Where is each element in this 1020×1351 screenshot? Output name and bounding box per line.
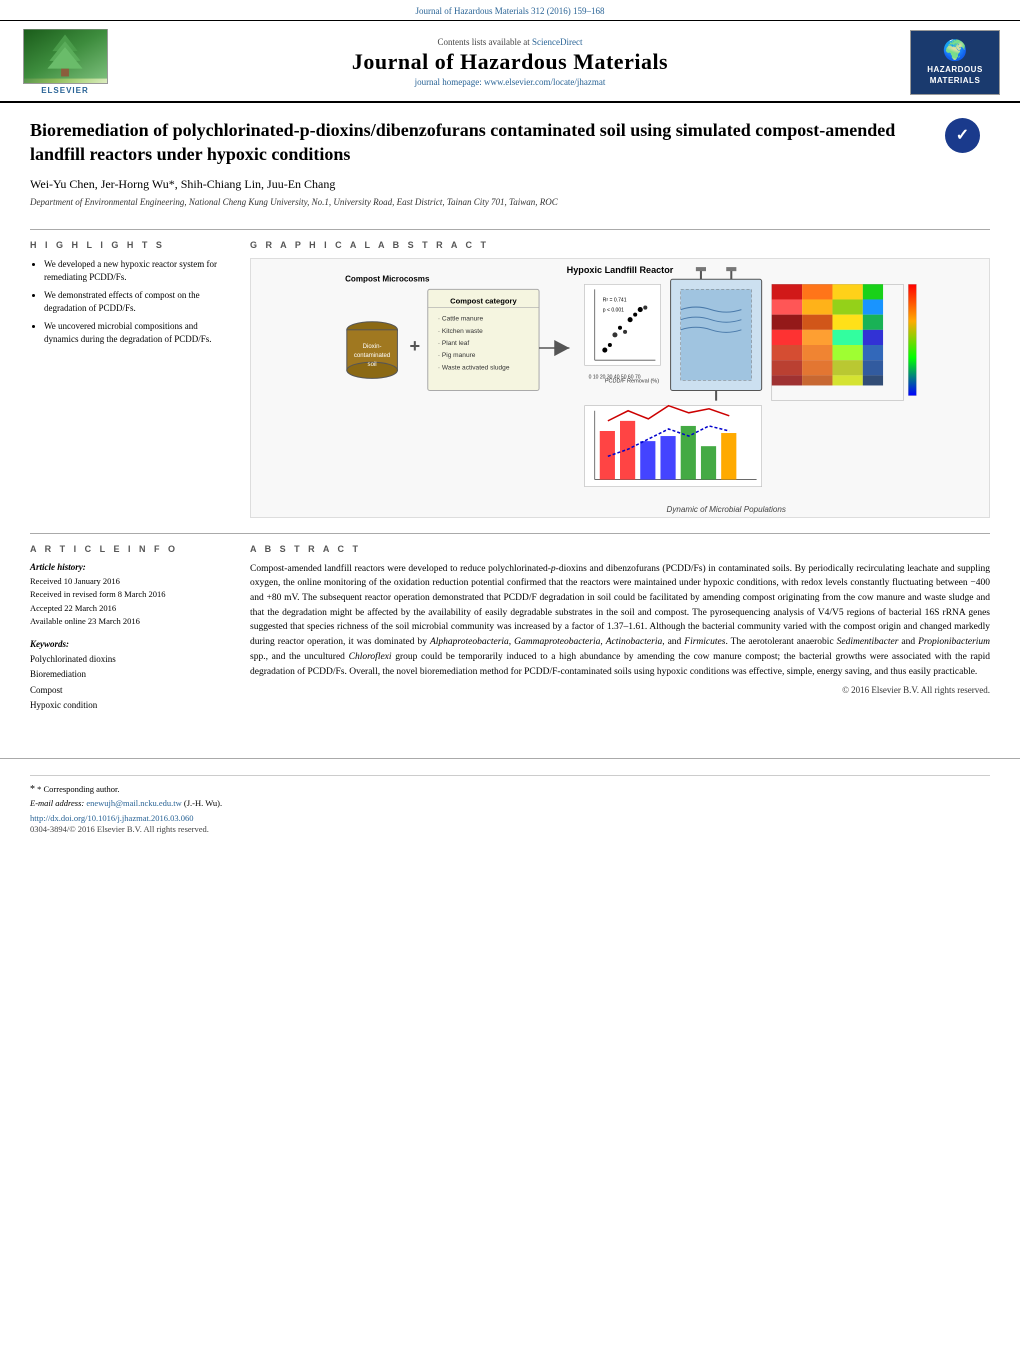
svg-text:· Kitchen waste: · Kitchen waste bbox=[438, 327, 483, 334]
highlight-item-1: We developed a new hypoxic reactor syste… bbox=[44, 258, 230, 285]
sciencedirect-text[interactable]: ScienceDirect bbox=[532, 37, 582, 47]
header: ELSEVIER ELSEVIER Contents lists availab… bbox=[0, 20, 1020, 103]
copyright: © 2016 Elsevier B.V. All rights reserved… bbox=[250, 685, 990, 695]
graphical-abstract-heading: G R A P H I C A L A B S T R A C T bbox=[250, 240, 990, 250]
keywords-list: Polychlorinated dioxins Bioremediation C… bbox=[30, 652, 230, 713]
svg-text:Compost category: Compost category bbox=[450, 296, 517, 305]
hazardous-title: HAZARDOUSMATERIALS bbox=[927, 65, 983, 86]
received-date: Received 10 January 2016 Received in rev… bbox=[30, 575, 230, 629]
svg-text:Compost Microcosms: Compost Microcosms bbox=[345, 274, 430, 283]
hazardous-logo: 🌍 HAZARDOUSMATERIALS bbox=[910, 30, 1000, 95]
abstract-column: A B S T R A C T Compost-amended landfill… bbox=[250, 544, 990, 724]
email-address[interactable]: enewujh@mail.ncku.edu.tw bbox=[86, 798, 181, 808]
abstract-heading: A B S T R A C T bbox=[250, 544, 990, 554]
contents-text: Contents lists available at bbox=[438, 37, 530, 47]
highlight-item-3: We uncovered microbial compositions and … bbox=[44, 320, 230, 347]
header-center: Contents lists available at ScienceDirec… bbox=[110, 37, 910, 87]
keyword-1: Polychlorinated dioxins bbox=[30, 652, 230, 667]
highlights-list: We developed a new hypoxic reactor syste… bbox=[30, 258, 230, 347]
svg-text:R² = 0.741: R² = 0.741 bbox=[603, 297, 627, 303]
bacterial-word: bacterial bbox=[889, 608, 922, 618]
footer-issn: 0304-3894/© 2016 Elsevier B.V. All right… bbox=[30, 824, 990, 834]
globe-icon: 🌍 bbox=[943, 38, 968, 63]
highlights-column: H I G H L I G H T S We developed a new h… bbox=[30, 240, 230, 518]
keywords-block: Keywords: Polychlorinated dioxins Biorem… bbox=[30, 639, 230, 713]
article-title-section: Bioremediation of polychlorinated-p-diox… bbox=[30, 118, 990, 219]
history-label: Article history: bbox=[30, 562, 230, 572]
footer-divider bbox=[30, 775, 990, 776]
journal-citation: Journal of Hazardous Materials 312 (2016… bbox=[416, 6, 605, 16]
authors: Wei-Yu Chen, Jer-Horng Wu*, Shih-Chiang … bbox=[30, 177, 930, 192]
footer-doi[interactable]: http://dx.doi.org/10.1016/j.jhazmat.2016… bbox=[30, 813, 990, 823]
keyword-3: Compost bbox=[30, 683, 230, 698]
email-suffix: (J.-H. Wu). bbox=[184, 798, 222, 808]
article-info-column: A R T I C L E I N F O Article history: R… bbox=[30, 544, 230, 724]
journal-title: Journal of Hazardous Materials bbox=[130, 50, 890, 74]
svg-text:contaminated: contaminated bbox=[354, 353, 390, 359]
svg-text:· Plant leaf: · Plant leaf bbox=[438, 340, 470, 347]
affiliation: Department of Environmental Engineering,… bbox=[30, 197, 930, 207]
elsevier-image: ELSEVIER bbox=[23, 29, 108, 84]
corresponding-label: * Corresponding author. bbox=[37, 784, 119, 794]
graphical-abstract-svg: Hypoxic Landfill Reactor bbox=[251, 259, 989, 517]
elsevier-label: ELSEVIER bbox=[41, 86, 89, 95]
email-label: E-mail address: bbox=[30, 798, 84, 808]
highlights-heading: H I G H L I G H T S bbox=[30, 240, 230, 250]
svg-text:· Cattle manure: · Cattle manure bbox=[438, 315, 484, 322]
footer-corresponding: * * Corresponding author. E-mail address… bbox=[30, 782, 990, 810]
svg-text:Dioxin-: Dioxin- bbox=[363, 344, 382, 350]
elsevier-text: ELSEVIER bbox=[0, 1341, 1020, 1348]
star-symbol: * bbox=[30, 784, 35, 795]
crossmark-icon: ✓ bbox=[945, 118, 980, 153]
keyword-4: Hypoxic condition bbox=[30, 698, 230, 713]
svg-text:· Waste activated sludge: · Waste activated sludge bbox=[438, 364, 510, 371]
elsevier-logo: ELSEVIER ELSEVIER bbox=[20, 29, 110, 95]
main-content: Bioremediation of polychlorinated-p-diox… bbox=[0, 103, 1020, 748]
keywords-label: Keywords: bbox=[30, 639, 230, 649]
journal-bar: Journal of Hazardous Materials 312 (2016… bbox=[0, 0, 1020, 20]
svg-text:Dynamic of Microbial Populatio: Dynamic of Microbial Populations bbox=[667, 505, 786, 514]
homepage-url[interactable]: www.elsevier.com/locate/jhazmat bbox=[484, 77, 605, 87]
page: Journal of Hazardous Materials 312 (2016… bbox=[0, 0, 1020, 1351]
article-title-wrapper: Bioremediation of polychlorinated-p-diox… bbox=[30, 118, 930, 219]
article-title: Bioremediation of polychlorinated-p-diox… bbox=[30, 118, 930, 167]
svg-text:p < 0.001: p < 0.001 bbox=[603, 307, 624, 313]
highlight-item-2: We demonstrated effects of compost on th… bbox=[44, 289, 230, 316]
article-history-block: Article history: Received 10 January 201… bbox=[30, 562, 230, 629]
keyword-2: Bioremediation bbox=[30, 667, 230, 682]
graphical-abstract-image: Hypoxic Landfill Reactor bbox=[250, 258, 990, 518]
contents-line: Contents lists available at ScienceDirec… bbox=[130, 37, 890, 47]
journal-homepage: journal homepage: www.elsevier.com/locat… bbox=[130, 77, 890, 87]
two-col-section: H I G H L I G H T S We developed a new h… bbox=[30, 229, 990, 518]
crossmark: ✓ bbox=[945, 118, 980, 153]
svg-text:soil: soil bbox=[368, 362, 377, 368]
graphical-abstract-column: G R A P H I C A L A B S T R A C T Hypoxi… bbox=[250, 240, 990, 518]
abstract-text: Compost-amended landfill reactors were d… bbox=[250, 562, 990, 680]
homepage-label: journal homepage: bbox=[415, 77, 482, 87]
footer-section: * * Corresponding author. E-mail address… bbox=[0, 758, 1020, 839]
svg-text:PCDD/F Removal (%): PCDD/F Removal (%) bbox=[605, 378, 659, 384]
svg-text:✓: ✓ bbox=[956, 127, 969, 144]
svg-text:· Pig manure: · Pig manure bbox=[438, 352, 476, 359]
svg-text:+: + bbox=[410, 336, 421, 356]
svg-text:Hypoxic Landfill Reactor: Hypoxic Landfill Reactor bbox=[567, 265, 674, 275]
article-info-heading: A R T I C L E I N F O bbox=[30, 544, 230, 554]
info-abstract-section: A R T I C L E I N F O Article history: R… bbox=[30, 533, 990, 724]
